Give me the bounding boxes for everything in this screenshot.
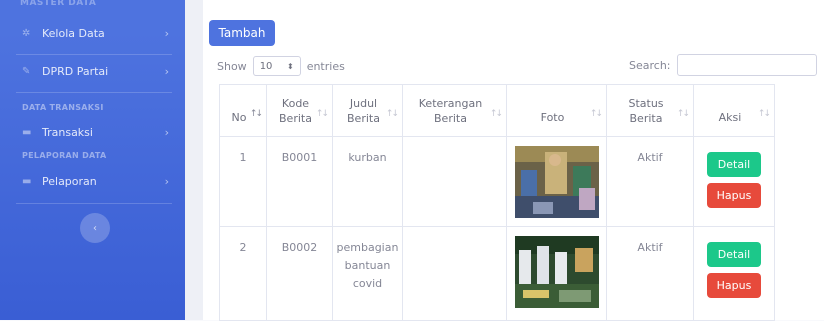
sort-icon: ↑↓ [757,109,771,119]
column-header-judul[interactable]: Judul Berita ↑↓ [332,84,403,137]
sidebar: MASTER DATA ✲ Kelola Data › ✎ DPRD Parta… [0,0,185,320]
sidebar-item-dprd-partai[interactable]: ✎ DPRD Partai › [0,53,185,89]
data-card: Tambah Show 10 ⬍ entries Search: No ↑↓ Ko… [203,0,824,321]
sidebar-item-pelaporan[interactable]: ▬ Pelaporan › [0,163,185,199]
sort-icon: ↑↓ [315,109,329,119]
search-control: Search: [629,54,817,76]
column-header-foto[interactable]: Foto ↑↓ [506,84,607,137]
gear-icon: ✲ [22,27,31,39]
table-row: 1 B0001 kurban Aktif Detail Hapus [219,136,775,227]
add-button[interactable]: Tambah [209,20,275,46]
news-photo-thumbnail [514,146,599,218]
judul-line: bantuan [344,259,391,272]
sidebar-heading-pelaporan: PELAPORAN DATA [22,151,107,160]
cell-kode: B0002 [266,226,333,321]
column-header-status[interactable]: Status Berita ↑↓ [606,84,694,137]
cell-judul: kurban [332,136,403,227]
table-header-row: No ↑↓ Kode Berita ↑↓ Judul Berita ↑↓ Keterang… [219,84,775,137]
delete-button[interactable]: Hapus [707,273,761,298]
delete-button[interactable]: Hapus [707,183,761,208]
sidebar-item-kelola-data[interactable]: ✲ Kelola Data › [0,15,185,51]
sort-icon: ↑↓ [589,109,603,119]
judul-line: pembagian [336,241,399,254]
cell-no: 1 [219,136,267,227]
cell-keterangan [402,136,507,227]
search-label: Search: [629,58,671,72]
wrench-icon: ✎ [22,65,31,77]
entries-select[interactable]: 10 ⬍ [252,56,301,76]
detail-button[interactable]: Detail [707,242,761,267]
cell-judul: pembagian bantuan covid [332,226,403,321]
sidebar-item-transaksi[interactable]: ▬ Transaksi › [0,114,185,150]
entries-control: Show 10 ⬍ entries [217,56,345,76]
sort-icon: ↑↓ [249,109,263,119]
chevron-right-icon: › [164,26,169,40]
cell-keterangan [402,226,507,321]
table-row: 2 B0002 pembagian bantuan covid Aktif De… [219,226,775,321]
cell-kode: B0001 [266,136,333,227]
sidebar-divider [16,92,172,93]
sidebar-toggle-button[interactable]: ‹ [80,213,110,243]
sidebar-item-label: Kelola Data [42,26,105,40]
sidebar-item-label: DPRD Partai [42,64,109,78]
select-arrows-icon: ⬍ [286,61,294,71]
sidebar-divider [16,203,172,204]
sidebar-heading-master: MASTER DATA [20,0,97,8]
sort-icon: ↑↓ [385,109,399,119]
sort-icon: ↑↓ [489,109,503,119]
sidebar-heading-transaksi: DATA TRANSAKSI [22,103,104,112]
judul-line: covid [352,277,383,290]
folder-icon: ▬ [22,126,32,138]
sort-icon: ↑↓ [676,109,690,119]
cell-no: 2 [219,226,267,321]
chevron-right-icon: › [164,64,169,78]
entries-value: 10 [259,60,273,72]
news-table: No ↑↓ Kode Berita ↑↓ Judul Berita ↑↓ Keterang… [219,84,775,321]
column-header-keterangan[interactable]: Keterangan Berita ↑↓ [402,84,507,137]
content-gutter [185,0,203,320]
show-label: Show [217,59,247,73]
detail-button[interactable]: Detail [707,152,761,177]
cell-status: Aktif [606,226,694,321]
chevron-left-icon: ‹ [93,222,97,234]
news-photo-thumbnail [514,236,599,308]
chevron-right-icon: › [164,174,169,188]
entries-label: entries [306,59,345,73]
cell-foto [506,136,607,227]
search-input[interactable] [676,54,817,76]
judul-line: kurban [348,151,387,164]
cell-aksi: Detail Hapus [693,136,775,227]
sidebar-item-label: Pelaporan [42,174,97,188]
cell-status: Aktif [606,136,694,227]
chevron-right-icon: › [164,125,169,139]
column-header-kode[interactable]: Kode Berita ↑↓ [266,84,333,137]
column-header-aksi[interactable]: Aksi ↑↓ [693,84,775,137]
sidebar-item-label: Transaksi [42,125,93,139]
folder-icon: ▬ [22,175,32,187]
column-header-no[interactable]: No ↑↓ [219,84,267,137]
cell-aksi: Detail Hapus [693,226,775,321]
cell-foto [506,226,607,321]
